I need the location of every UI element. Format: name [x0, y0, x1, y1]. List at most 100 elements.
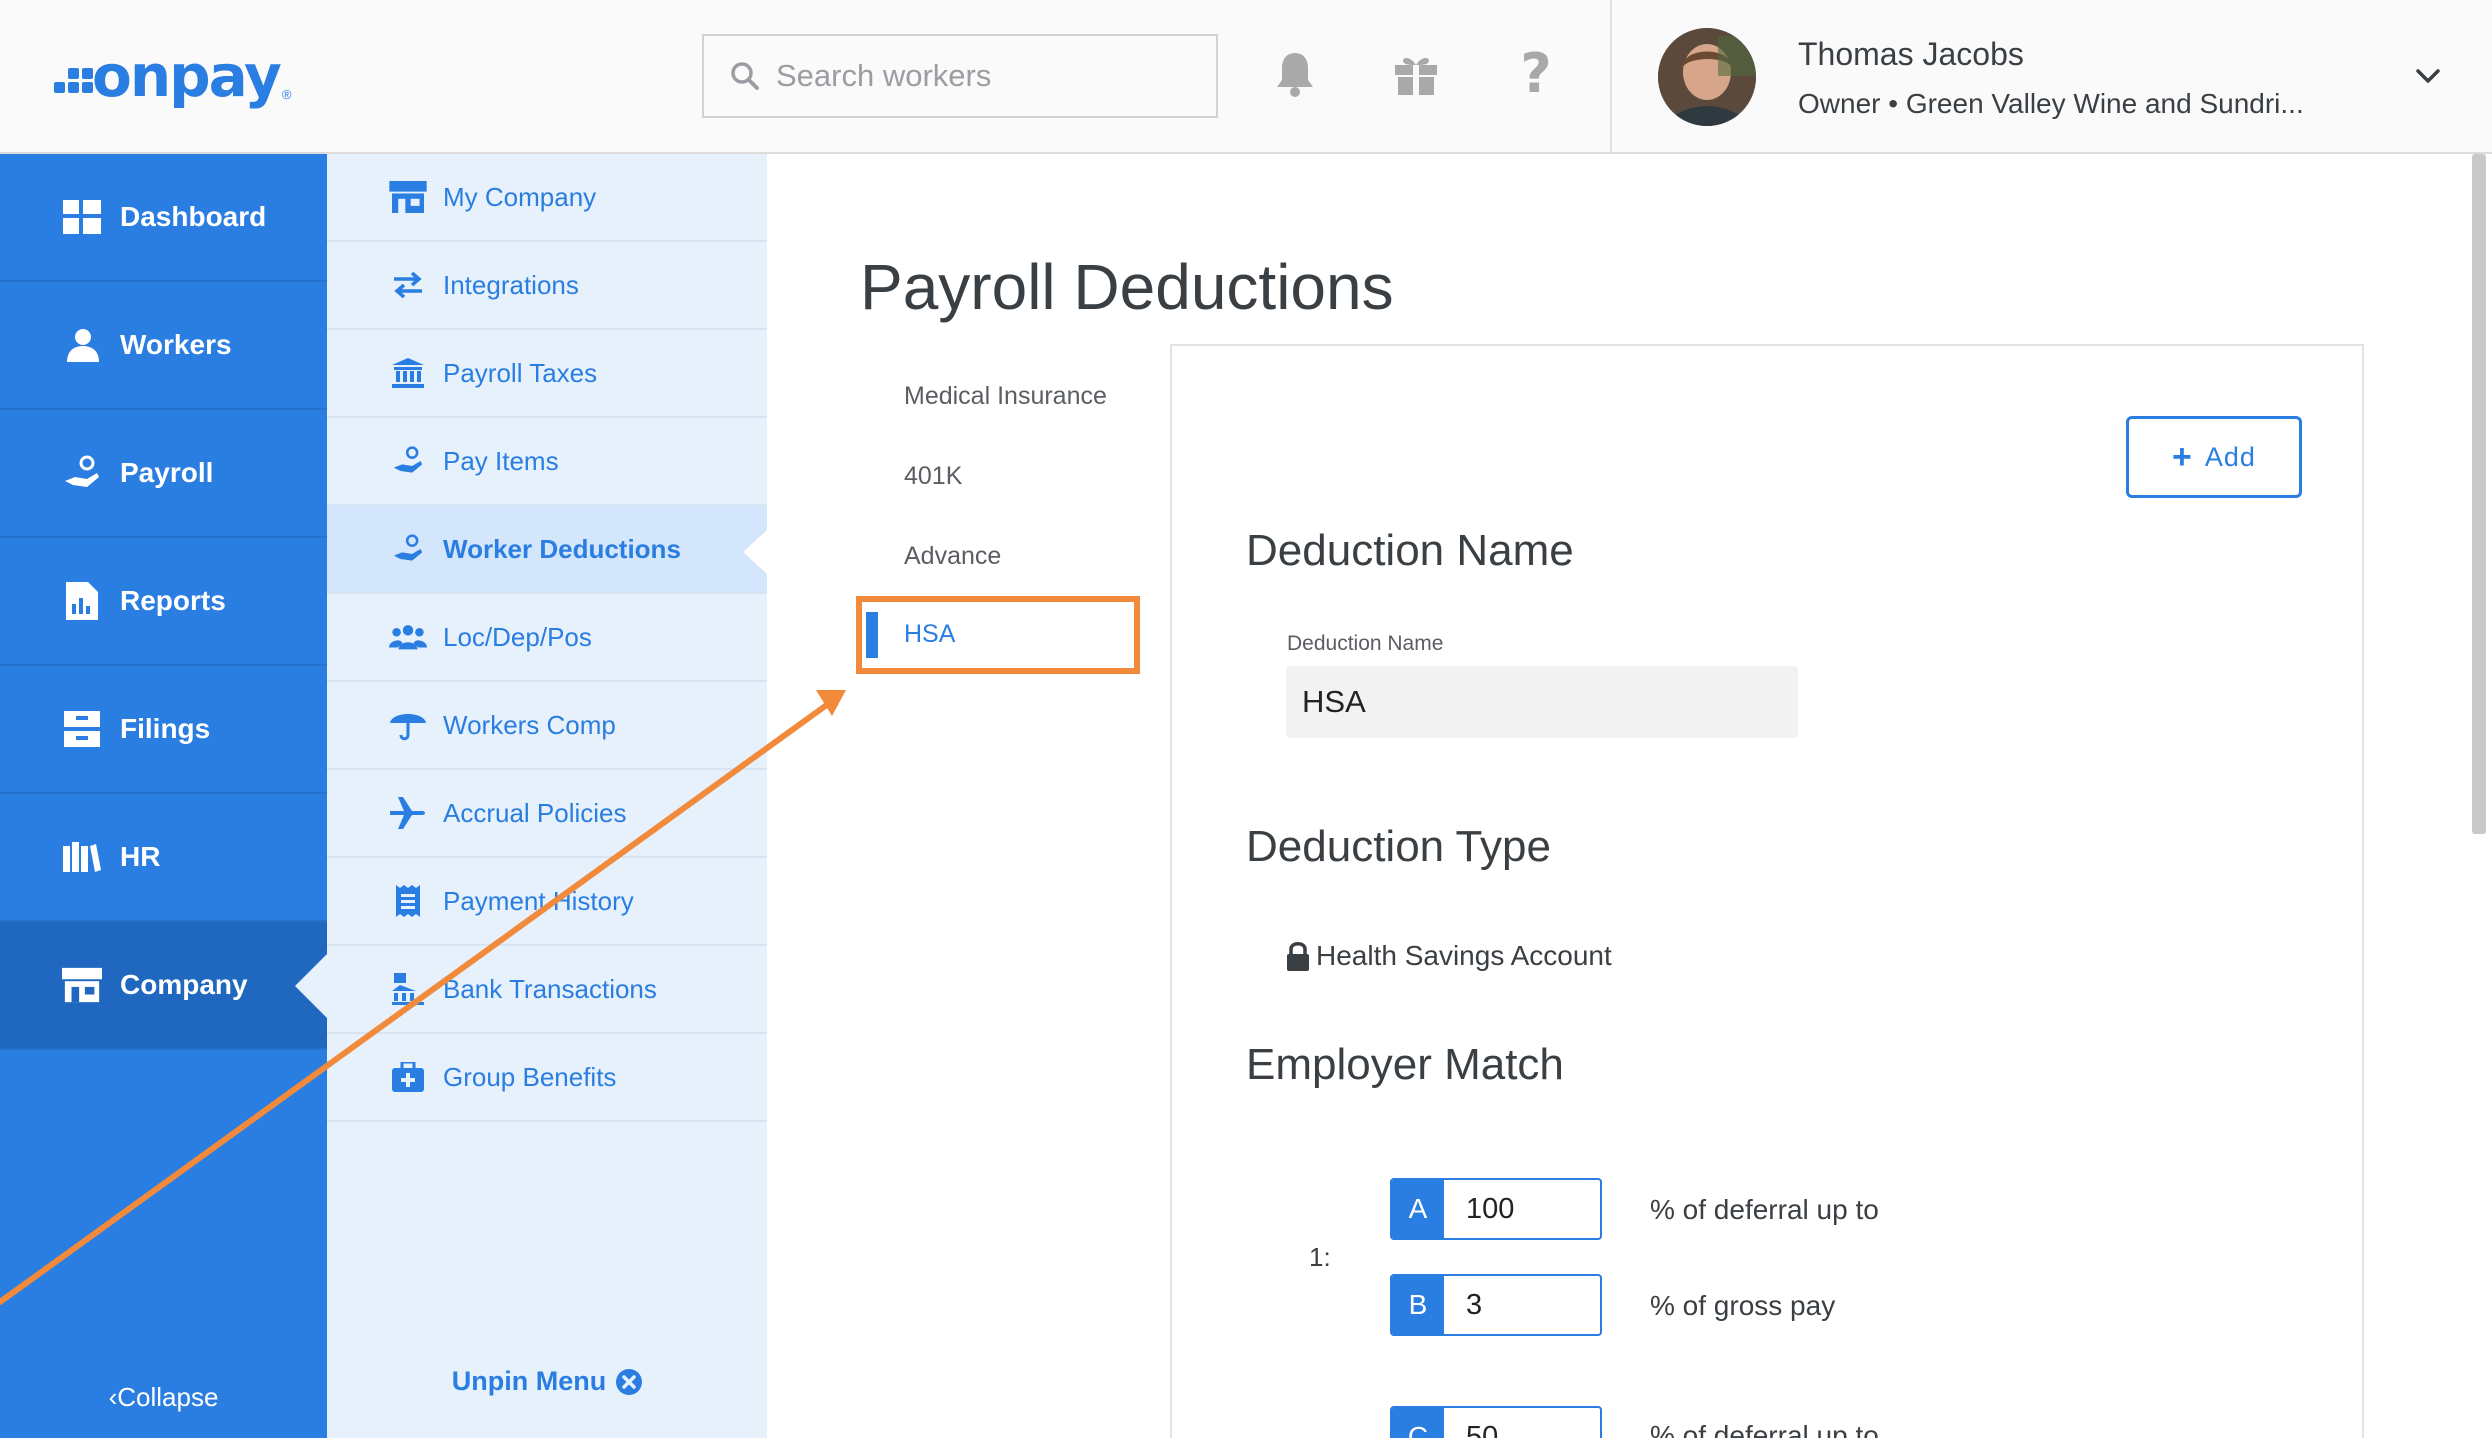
company-icon — [62, 965, 102, 1005]
search-input[interactable] — [776, 58, 1216, 94]
match-field-c[interactable]: C 50 — [1390, 1406, 1602, 1438]
deduction-item-hsa-label: HSA — [904, 620, 956, 648]
subnav-label: Worker Deductions — [443, 533, 681, 564]
subnav-item-bank-transactions[interactable]: Bank Transactions — [327, 946, 767, 1034]
bell-icon[interactable] — [1267, 46, 1323, 102]
match-desc-b: % of gross pay — [1650, 1290, 1836, 1321]
subnav-label: Loc/Dep/Pos — [443, 621, 592, 652]
nav-label: Payroll — [120, 457, 214, 488]
match-key-c: C — [1392, 1408, 1444, 1438]
match-value-a[interactable]: 100 — [1444, 1180, 1514, 1238]
active-subnav-pointer — [743, 530, 767, 574]
subnav-item-payment-history[interactable]: Payment History — [327, 858, 767, 946]
secondary-nav: My Company Integrations Payroll Taxes Pa… — [327, 154, 767, 1438]
onpay-logo[interactable]: onpay ® — [54, 44, 291, 108]
subnav-item-loc-dep-pos[interactable]: Loc/Dep/Pos — [327, 594, 767, 682]
subnav-label: Bank Transactions — [443, 973, 657, 1004]
subnav-label: My Company — [443, 181, 597, 212]
primary-nav: Dashboard Workers Payroll Reports Filing… — [0, 154, 327, 1438]
nav-item-workers[interactable]: Workers — [0, 282, 327, 410]
active-nav-pointer — [295, 954, 327, 1018]
users-icon — [389, 618, 427, 656]
nav-item-filings[interactable]: Filings — [0, 666, 327, 794]
match-desc-c: % of deferral up to — [1650, 1420, 1879, 1438]
user-menu[interactable]: Thomas Jacobs Owner • Green Valley Wine … — [1610, 0, 2492, 152]
store-icon — [389, 178, 427, 216]
search-box[interactable] — [702, 34, 1218, 118]
unpin-menu-button[interactable]: Unpin Menu — [327, 1366, 767, 1397]
deduction-item-advance[interactable]: Advance — [904, 542, 1001, 571]
deduction-type-label: Health Savings Account — [1316, 940, 1612, 971]
filings-icon — [62, 709, 102, 749]
subnav-item-accrual-policies[interactable]: Accrual Policies — [327, 770, 767, 858]
subnav-item-integrations[interactable]: Integrations — [327, 242, 767, 330]
collapse-toggle[interactable]: ‹Collapse — [0, 1382, 327, 1413]
subnav-label: Pay Items — [443, 445, 559, 476]
plane-icon — [389, 794, 427, 832]
deduction-item-medical-insurance[interactable]: Medical Insurance — [904, 382, 1107, 411]
employer-match-heading: Employer Match — [1246, 1040, 1564, 1089]
medkit-icon — [389, 1058, 427, 1096]
deduction-type-value: Health Savings Account — [1286, 940, 1612, 972]
match-row-label: 1: — [1309, 1242, 1331, 1272]
match-field-a[interactable]: A 100 — [1390, 1178, 1602, 1240]
lock-icon — [1287, 942, 1309, 971]
scrollbar[interactable] — [2472, 154, 2486, 834]
nav-item-payroll[interactable]: Payroll — [0, 410, 327, 538]
help-icon[interactable]: ? — [1508, 46, 1564, 102]
nav-item-dashboard[interactable]: Dashboard — [0, 154, 327, 282]
nav-label: Filings — [120, 713, 211, 744]
selected-indicator — [866, 612, 878, 658]
match-value-b[interactable]: 3 — [1444, 1276, 1482, 1334]
subnav-item-worker-deductions[interactable]: Worker Deductions — [327, 506, 767, 594]
close-circle-icon — [616, 1368, 643, 1395]
subnav-item-group-benefits[interactable]: Group Benefits — [327, 1034, 767, 1122]
add-button[interactable]: + Add — [2126, 416, 2302, 498]
subnav-label: Payment History — [443, 885, 634, 916]
hand-coin-icon — [389, 530, 427, 568]
dashboard-icon — [62, 197, 102, 237]
search-icon — [731, 62, 759, 90]
match-field-b[interactable]: B 3 — [1390, 1274, 1602, 1336]
nav-label: Reports — [120, 585, 226, 616]
avatar — [1658, 28, 1756, 126]
subnav-item-workers-comp[interactable]: Workers Comp — [327, 682, 767, 770]
logo-registered-mark: ® — [281, 87, 292, 102]
match-desc-a: % of deferral up to — [1650, 1194, 1879, 1225]
bank-icon — [389, 354, 427, 392]
page-title: Payroll Deductions — [860, 251, 1394, 323]
deduction-detail-panel — [1170, 344, 2364, 1438]
subnav-item-my-company[interactable]: My Company — [327, 154, 767, 242]
add-label: Add — [2204, 441, 2256, 472]
user-name: Thomas Jacobs — [1798, 36, 2024, 72]
nav-label: Workers — [120, 329, 232, 360]
bank-transactions-icon — [389, 970, 427, 1008]
nav-item-company[interactable]: Company — [0, 922, 327, 1050]
subnav-label: Payroll Taxes — [443, 357, 598, 388]
deduction-name-input[interactable] — [1286, 666, 1798, 738]
match-value-c[interactable]: 50 — [1444, 1408, 1498, 1438]
top-header: onpay ® ? Thomas Jacobs Owner • Green Va… — [0, 0, 2492, 154]
user-role: Owner • Green Valley Wine and Sundri... — [1798, 88, 2304, 119]
umbrella-icon — [389, 706, 427, 744]
nav-label: HR — [120, 841, 161, 872]
deduction-name-field-label: Deduction Name — [1287, 632, 1444, 655]
subnav-item-payroll-taxes[interactable]: Payroll Taxes — [327, 330, 767, 418]
gift-icon[interactable] — [1388, 46, 1444, 102]
chevron-down-icon[interactable] — [2410, 58, 2446, 94]
deduction-name-heading: Deduction Name — [1246, 526, 1574, 575]
subnav-item-pay-items[interactable]: Pay Items — [327, 418, 767, 506]
nav-label: Company — [120, 969, 248, 1000]
deduction-item-401k[interactable]: 401K — [904, 462, 962, 491]
deduction-item-hsa-highlighted[interactable]: HSA — [856, 596, 1140, 674]
nav-item-hr[interactable]: HR — [0, 794, 327, 922]
swap-icon — [389, 266, 427, 304]
deduction-type-heading: Deduction Type — [1246, 822, 1551, 871]
receipt-icon — [389, 882, 427, 920]
subnav-label: Accrual Policies — [443, 797, 627, 828]
hr-icon — [62, 837, 102, 877]
collapse-label: Collapse — [117, 1382, 219, 1412]
workers-icon — [62, 325, 102, 365]
nav-item-reports[interactable]: Reports — [0, 538, 327, 666]
chevron-left-icon: ‹ — [108, 1382, 118, 1412]
